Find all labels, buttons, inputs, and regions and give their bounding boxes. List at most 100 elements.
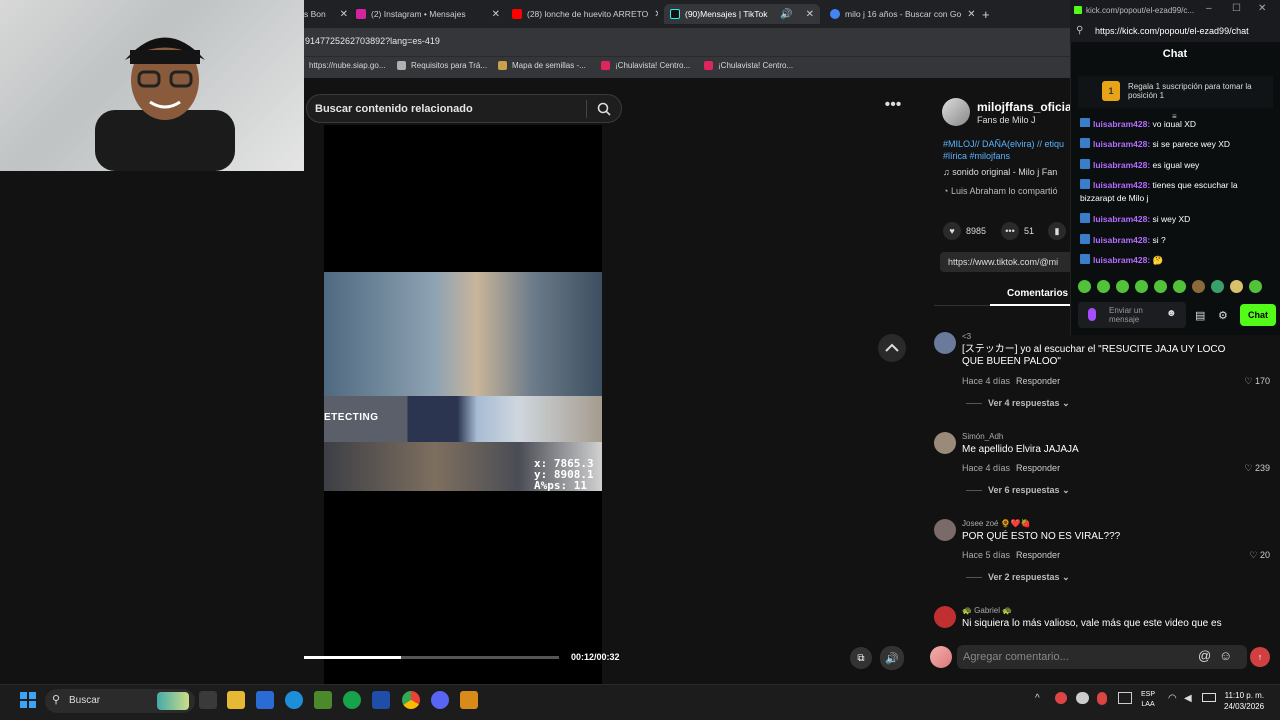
chat-username[interactable]: luisabram428:	[1093, 139, 1150, 149]
avatar[interactable]	[934, 519, 956, 541]
file-explorer-icon[interactable]	[227, 691, 245, 709]
xbox-icon[interactable]	[343, 691, 361, 709]
comment-username[interactable]: <3	[962, 332, 971, 341]
close-icon[interactable]: ✕	[648, 9, 658, 20]
emote-icon[interactable]	[1230, 280, 1243, 293]
chat-username[interactable]: luisabram428:	[1093, 160, 1150, 170]
onedrive-icon[interactable]	[1076, 692, 1089, 704]
chat-username[interactable]: luisabram428:	[1093, 255, 1150, 265]
avatar[interactable]	[934, 432, 956, 454]
tray-app-icon[interactable]	[1055, 692, 1067, 704]
post-comment-button[interactable]: ↑	[1250, 647, 1270, 667]
chat-username[interactable]: luisabram428:	[1093, 214, 1150, 224]
avatar[interactable]	[934, 606, 956, 628]
wifi-icon[interactable]: ◠	[1168, 693, 1177, 704]
speaker-icon[interactable]: ◀	[1184, 693, 1192, 704]
previous-video-button[interactable]	[878, 334, 906, 362]
chat-username[interactable]: luisabram428:	[1093, 180, 1150, 190]
comment-username[interactable]: 🐢 Gabriel 🐢	[962, 606, 1012, 615]
browser-tab-google[interactable]: milo j 16 años - Buscar con Go ✕	[826, 4, 974, 24]
gift-sub-banner[interactable]: 1 Regala 1 suscripción para tomar la pos…	[1078, 76, 1273, 108]
chrome-icon[interactable]	[402, 691, 420, 709]
maximize-icon[interactable]: ☐	[1232, 3, 1241, 14]
browser-tab-tiktok[interactable]: (90)Mensajes | TikTok 🔊 ✕	[664, 4, 820, 24]
discord-icon[interactable]	[431, 691, 449, 709]
view-replies-button[interactable]: Ver 2 respuestas ⌄	[966, 572, 1070, 583]
chevron-up-icon[interactable]: ^	[1035, 693, 1040, 704]
windows-start-icon[interactable]	[20, 692, 36, 708]
battery-icon[interactable]	[1202, 693, 1216, 702]
site-settings-icon[interactable]: ⚲	[1076, 25, 1083, 36]
browser-tab-youtube[interactable]: (28) lonche de huevito ARRETO✕	[508, 4, 658, 24]
emote-icon[interactable]	[1192, 280, 1205, 293]
close-icon[interactable]: ✕	[800, 9, 814, 20]
view-replies-button[interactable]: Ver 4 respuestas ⌄	[966, 398, 1070, 409]
author-username[interactable]: milojffans_oficia	[977, 100, 1072, 114]
close-icon[interactable]: ✕	[961, 9, 974, 20]
chat-username[interactable]: luisabram428:	[1093, 119, 1150, 127]
comment-username[interactable]: Josee zoé 🌻❤️🍓	[962, 519, 1031, 528]
comment-button[interactable]: ••• 51	[1001, 222, 1034, 240]
app-icon[interactable]	[372, 691, 390, 709]
bookmark-item[interactable]: ¡Chulavista! Centro...	[704, 61, 793, 70]
emote-icon[interactable]	[1249, 280, 1262, 293]
comment-like[interactable]: ♡ 170	[1244, 376, 1270, 387]
search-related-input[interactable]: Buscar contenido relacionado	[306, 94, 622, 123]
bookmark-item[interactable]: Mapa de semillas -...	[498, 61, 586, 70]
minecraft-icon[interactable]	[314, 691, 332, 709]
system-clock[interactable]: 11:10 p. m. 24/03/2026	[1224, 690, 1264, 712]
emote-icon[interactable]	[1173, 280, 1186, 293]
microphone-icon[interactable]	[1097, 692, 1107, 705]
new-tab-button[interactable]: +	[982, 4, 998, 24]
gear-icon[interactable]: ⚙	[1218, 309, 1228, 322]
bookmark-item[interactable]: Requisitos para Trá...	[397, 61, 487, 70]
emoji-icon[interactable]: ☻	[1166, 308, 1177, 319]
view-replies-button[interactable]: Ver 6 respuestas ⌄	[966, 485, 1070, 496]
browser-tab[interactable]: s Bon ✕	[304, 4, 348, 24]
taskbar-search[interactable]: ⚲ Buscar	[45, 689, 195, 713]
microphone-icon[interactable]	[1088, 308, 1096, 321]
app-icon[interactable]	[460, 691, 478, 709]
mention-icon[interactable]: @	[1198, 648, 1211, 663]
close-icon[interactable]: ✕	[1258, 3, 1266, 14]
pip-button[interactable]: ⧉	[850, 647, 872, 669]
chat-username[interactable]: luisabram428:	[1093, 235, 1150, 245]
send-chat-button[interactable]: Chat	[1240, 304, 1276, 326]
bookmark-item[interactable]: https://nube.siap.go...	[309, 61, 386, 70]
avatar[interactable]	[934, 332, 956, 354]
tray-app-icon[interactable]	[1118, 692, 1132, 704]
task-view-icon[interactable]	[199, 691, 217, 709]
url-text[interactable]: 9147725262703892?lang=es-419	[305, 36, 440, 46]
emote-icon[interactable]	[1116, 280, 1129, 293]
browser-tab-instagram[interactable]: (2) Instagram • Mensajes ✕	[352, 4, 500, 24]
emote-icon[interactable]	[1078, 280, 1091, 293]
emote-icon[interactable]	[1097, 280, 1110, 293]
close-icon[interactable]: ✕	[334, 9, 348, 20]
more-options-icon[interactable]: •••	[880, 97, 906, 116]
emoji-icon[interactable]: ☺	[1219, 648, 1232, 663]
comment-username[interactable]: Simón_Adh	[962, 432, 1003, 441]
gift-icon[interactable]: ▤	[1195, 309, 1205, 322]
chat-message-input[interactable]: Enviar un mensaje ☻	[1078, 302, 1186, 328]
speaker-icon[interactable]: 🔊	[774, 9, 792, 20]
video-frame[interactable]: ETECTING x: 7865.3 y: 8908.1 A%ps: 11	[324, 272, 602, 491]
sound-link[interactable]: ♫ sonido original - Milo j Fan	[943, 167, 1057, 177]
minimize-icon[interactable]: –	[1206, 3, 1212, 14]
author-avatar[interactable]	[942, 98, 970, 126]
close-icon[interactable]: ✕	[486, 9, 500, 20]
emote-icon[interactable]	[1211, 280, 1224, 293]
edge-icon[interactable]	[285, 691, 303, 709]
reply-button[interactable]: Responder	[1016, 376, 1060, 386]
like-button[interactable]: ♥ 8985	[943, 222, 986, 240]
comment-like[interactable]: ♡ 239	[1244, 463, 1270, 474]
reply-button[interactable]: Responder	[1016, 463, 1060, 473]
kick-address-bar[interactable]: ⚲ https://kick.com/popout/el-ezad99/chat	[1070, 22, 1280, 42]
search-icon[interactable]	[587, 94, 621, 123]
emote-icon[interactable]	[1135, 280, 1148, 293]
reply-button[interactable]: Responder	[1016, 550, 1060, 560]
copy-link-field[interactable]: https://www.tiktok.com/@mi	[940, 252, 1070, 272]
store-icon[interactable]	[256, 691, 274, 709]
emote-icon[interactable]	[1154, 280, 1167, 293]
comment-like[interactable]: ♡ 20	[1249, 550, 1270, 561]
bookmark-button[interactable]: ▮	[1048, 222, 1071, 240]
